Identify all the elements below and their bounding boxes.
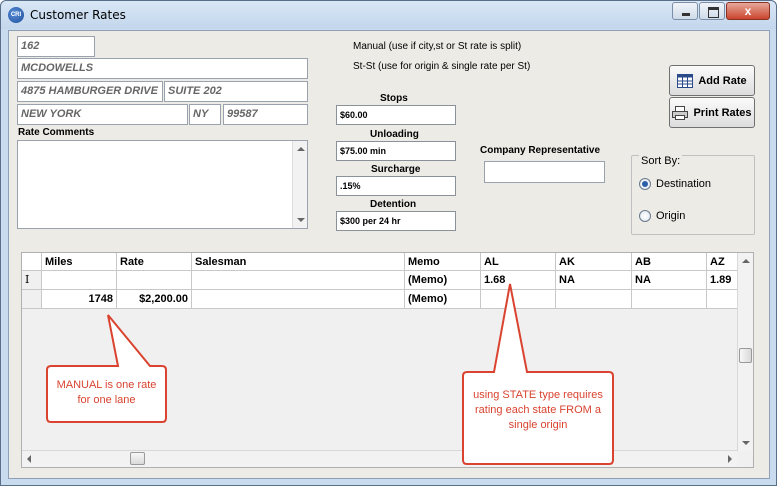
state-callout-shape — [462, 283, 614, 465]
manual-callout-text: MANUAL is one rate for one lane — [56, 379, 157, 406]
callout-overlay — [46, 283, 614, 465]
state-callout-text: using STATE type requires rating each st… — [473, 389, 603, 431]
